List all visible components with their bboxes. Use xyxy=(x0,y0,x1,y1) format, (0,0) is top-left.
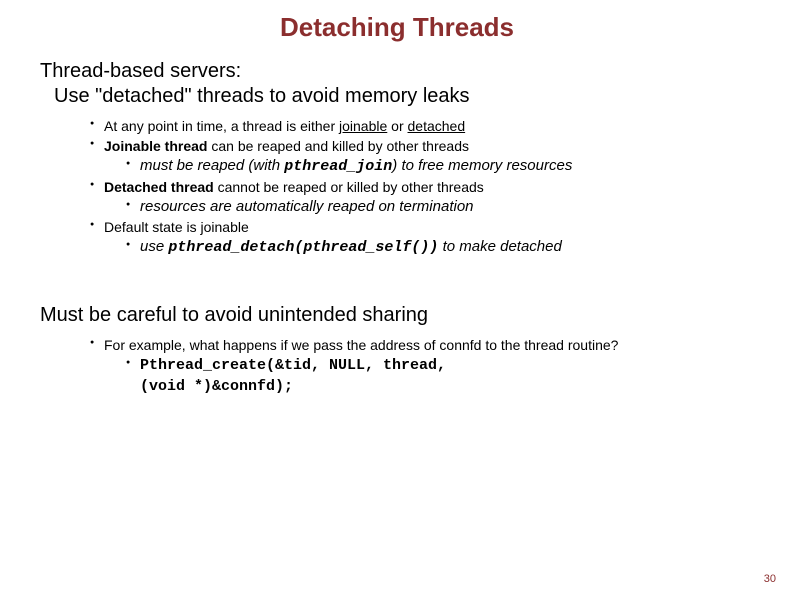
sub-list: resources are automatically reaped on te… xyxy=(126,197,754,217)
sub-list-item: must be reaped (with pthread_join) to fr… xyxy=(126,156,754,177)
section-1-line1: Thread-based servers: xyxy=(40,59,754,84)
code-text: pthread_join xyxy=(284,158,392,175)
bold-text: Joinable thread xyxy=(104,138,207,154)
text-fragment: ) to free memory resources xyxy=(392,157,572,174)
sub-list: Pthread_create(&tid, NULL, thread, (void… xyxy=(126,355,754,398)
list-item: For example, what happens if we pass the… xyxy=(90,336,754,397)
underlined-text: detached xyxy=(408,118,466,134)
slide-title: Detaching Threads xyxy=(40,12,754,43)
text-fragment: For example, what happens if we pass the… xyxy=(104,337,618,353)
section-2-list: For example, what happens if we pass the… xyxy=(90,336,754,397)
text-fragment: to make detached xyxy=(438,238,561,255)
sub-list-item: use pthread_detach(pthread_self()) to ma… xyxy=(126,237,754,258)
sub-list-item: resources are automatically reaped on te… xyxy=(126,197,754,217)
section-2-line1: Must be careful to avoid unintended shar… xyxy=(40,303,754,328)
text-fragment: Default state is joinable xyxy=(104,219,249,235)
underlined-text: joinable xyxy=(339,118,387,134)
list-item: At any point in time, a thread is either… xyxy=(90,117,754,136)
section-1-line2: Use "detached" threads to avoid memory l… xyxy=(40,84,754,109)
text-fragment: must be reaped (with xyxy=(140,157,284,174)
sub-list-item: Pthread_create(&tid, NULL, thread, (void… xyxy=(126,355,754,398)
text-fragment: or xyxy=(387,118,407,134)
code-text: Pthread_create(&tid, NULL, thread, xyxy=(140,357,446,374)
section-1-list: At any point in time, a thread is either… xyxy=(90,117,754,258)
text-fragment: can be reaped and killed by other thread… xyxy=(207,138,469,154)
page-number: 30 xyxy=(764,573,776,585)
code-text: (void *)&connfd); xyxy=(140,378,293,395)
section-1-heading: Thread-based servers: Use "detached" thr… xyxy=(40,59,754,109)
bold-text: Detached thread xyxy=(104,179,214,195)
text-fragment: At any point in time, a thread is either xyxy=(104,118,339,134)
text-fragment: use xyxy=(140,238,168,255)
list-item: Detached thread cannot be reaped or kill… xyxy=(90,178,754,217)
code-text: pthread_detach(pthread_self()) xyxy=(168,239,438,256)
list-item: Joinable thread can be reaped and killed… xyxy=(90,137,754,177)
text-fragment: cannot be reaped or killed by other thre… xyxy=(214,179,484,195)
section-2-heading: Must be careful to avoid unintended shar… xyxy=(40,303,754,328)
sub-list: use pthread_detach(pthread_self()) to ma… xyxy=(126,237,754,258)
list-item: Default state is joinable use pthread_de… xyxy=(90,218,754,258)
sub-list: must be reaped (with pthread_join) to fr… xyxy=(126,156,754,177)
